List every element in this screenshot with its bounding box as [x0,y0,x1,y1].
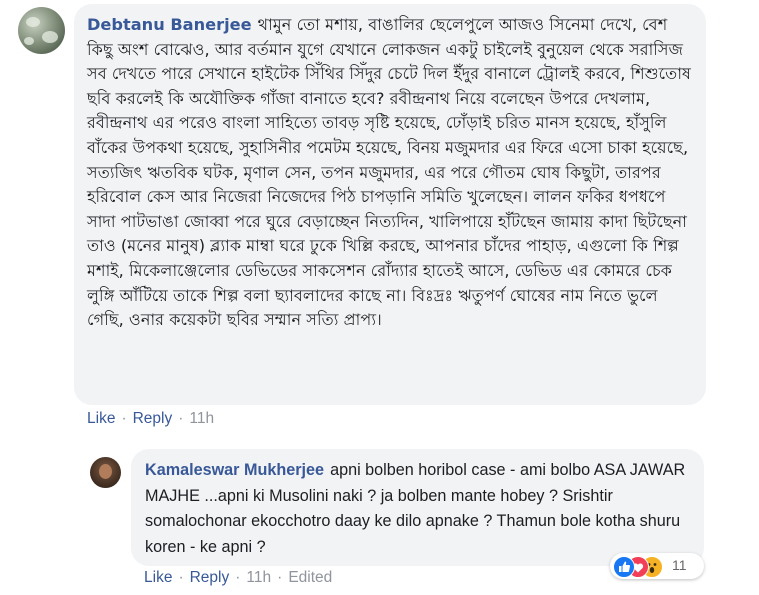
comment-text: Debtanu Banerjee থামুন তো মশায়, বাঙালির … [87,13,697,333]
reply-text: Kamaleswar Mukherjee apni bolben horibol … [145,458,697,560]
comment-author-link[interactable]: Debtanu Banerjee [87,15,252,34]
comment-body: থামুন তো মশায়, বাঙালির ছেলেপুলে আজও সিন… [87,15,691,330]
reply-link[interactable]: Reply [190,569,230,587]
commenter-avatar[interactable] [18,7,65,54]
like-icon [613,556,635,578]
separator-dot: · [178,569,184,586]
reply-bubble: Kamaleswar Mukherjee apni bolben horibol … [131,449,704,566]
like-link[interactable]: Like [144,569,172,587]
comment-actions: Like · Reply · 11h [87,410,214,428]
edited-label[interactable]: Edited [288,569,332,587]
comment-bubble: Debtanu Banerjee থামুন তো মশায়, বাঙালির … [74,4,706,405]
separator-dot: · [277,569,283,586]
reply-actions: Like · Reply · 11h · Edited [144,569,332,587]
reply-link[interactable]: Reply [133,410,173,428]
separator-dot: · [121,410,127,427]
comment-timestamp[interactable]: 11h [189,410,214,428]
reply-timestamp[interactable]: 11h [246,569,271,587]
replier-avatar[interactable] [90,457,121,488]
reaction-count: 11 [672,557,687,573]
reply-author-link[interactable]: Kamaleswar Mukherjee [145,461,324,479]
like-link[interactable]: Like [87,410,115,428]
separator-dot: · [178,410,184,427]
reaction-summary[interactable]: 11 [610,553,704,579]
separator-dot: · [235,569,241,586]
